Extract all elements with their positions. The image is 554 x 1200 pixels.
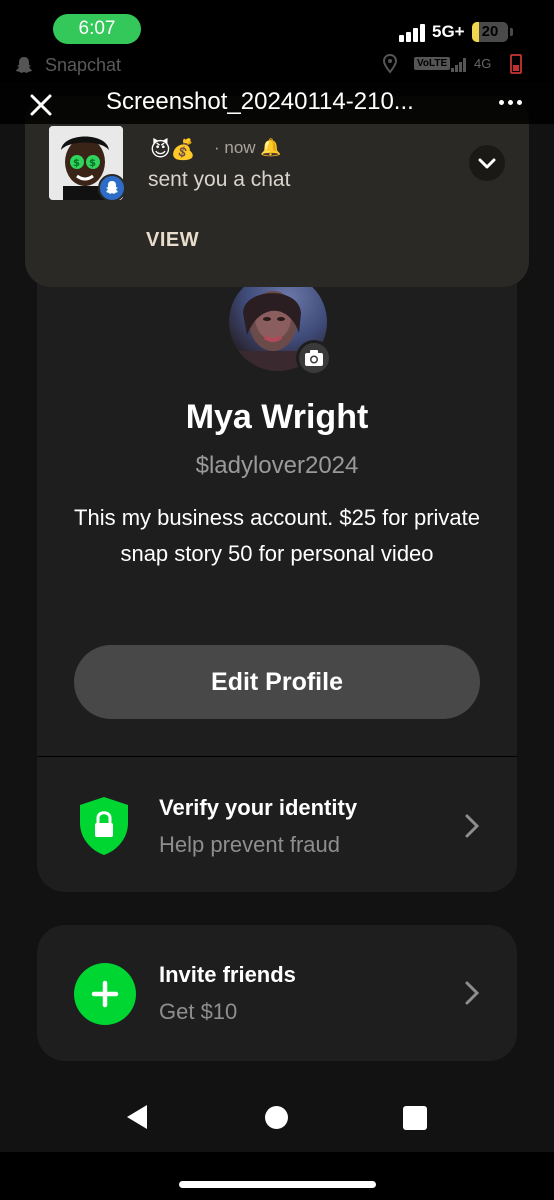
ghost-icon xyxy=(106,181,118,194)
more-dot xyxy=(499,100,504,105)
network-4g: 4G xyxy=(474,56,492,71)
nav-home-button[interactable] xyxy=(265,1106,288,1129)
notification-emojis: 😈💰 xyxy=(150,139,196,161)
signal-icon xyxy=(451,58,467,72)
notification-message: sent you a chat xyxy=(148,168,291,191)
volte-badge: VoLTE xyxy=(414,57,451,70)
notification-expand-button[interactable] xyxy=(469,145,505,181)
snapchat-ghost-icon xyxy=(16,57,32,73)
more-dot xyxy=(508,100,513,105)
location-icon xyxy=(382,54,398,74)
battery-tip xyxy=(510,28,513,36)
profile-name: Mya Wright xyxy=(185,398,369,436)
close-icon[interactable] xyxy=(26,90,56,120)
invite-subtitle: Get $10 xyxy=(159,999,238,1024)
notification-view-button[interactable]: VIEW xyxy=(146,229,199,252)
plus-glyph xyxy=(91,980,119,1008)
notification-time: · now 🔔 xyxy=(214,138,282,157)
screenshot-filename: Screenshot_20240114-210... xyxy=(106,88,414,115)
svg-text:$: $ xyxy=(73,158,80,169)
invite-title: Invite friends xyxy=(159,962,296,987)
battery-icon: 20 xyxy=(472,22,508,42)
snapchat-badge-icon xyxy=(98,174,126,202)
profile-cashtag: $ladylover2024 xyxy=(195,452,359,479)
verify-subtitle: Help prevent fraud xyxy=(159,832,340,857)
bottom-strip xyxy=(0,1152,554,1200)
plus-icon xyxy=(74,963,136,1025)
edit-profile-button[interactable]: Edit Profile xyxy=(74,645,480,719)
nav-back-button[interactable] xyxy=(125,1104,149,1130)
change-photo-button[interactable] xyxy=(296,340,332,376)
shield-lock-icon xyxy=(80,797,128,855)
verify-title: Verify your identity xyxy=(159,795,358,820)
more-options-button[interactable] xyxy=(496,90,526,114)
cell-signal-icon xyxy=(399,24,429,42)
network-type: 5G+ xyxy=(432,22,465,41)
screenshot-viewer-bar: Screenshot_20240114-210... xyxy=(0,82,554,124)
svg-text:$: $ xyxy=(89,158,96,169)
card-divider xyxy=(37,756,517,757)
home-indicator[interactable] xyxy=(179,1181,376,1188)
notification-app-name: Snapchat xyxy=(45,55,122,75)
nav-recents-button[interactable] xyxy=(403,1106,427,1130)
more-dot xyxy=(517,100,522,105)
android-status-bar: Snapchat VoLTE 4G xyxy=(0,48,554,82)
android-battery-icon xyxy=(510,54,522,74)
profile-bio: This my business account. $25 for privat… xyxy=(74,505,480,566)
chevron-right-icon xyxy=(465,814,480,838)
ios-status-bar: 6:07 5G+ 20 xyxy=(0,0,554,48)
status-time: 6:07 xyxy=(53,14,141,44)
chevron-down-icon xyxy=(478,158,496,169)
chevron-right-icon xyxy=(465,981,480,1005)
camera-icon xyxy=(305,350,323,366)
battery-percent: 20 xyxy=(481,23,499,40)
